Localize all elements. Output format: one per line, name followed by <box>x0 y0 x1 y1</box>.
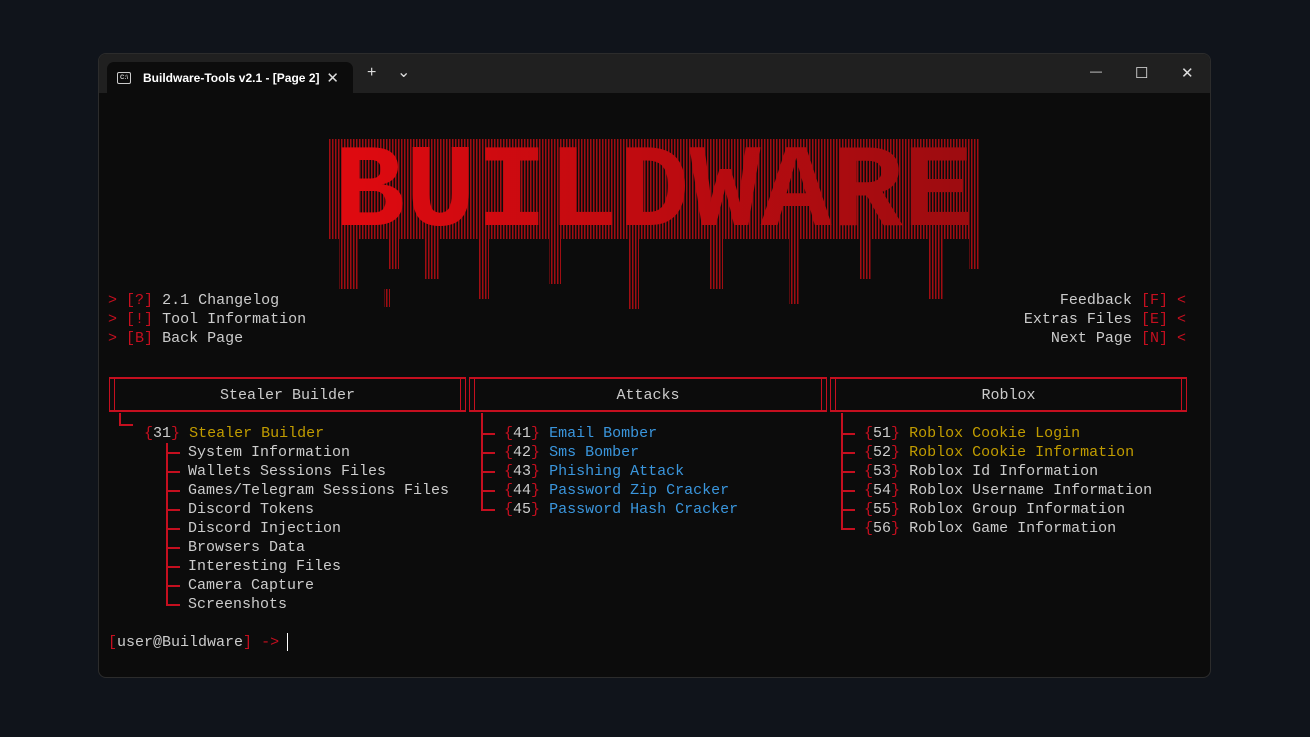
menu-option[interactable]: {54}{54} Roblox Username Information <box>864 481 1152 500</box>
tree-branch <box>481 471 495 473</box>
menu-option[interactable]: {52}{52} Roblox Cookie Information <box>864 443 1134 462</box>
tree-line <box>166 443 168 605</box>
tree-branch <box>481 452 495 454</box>
menu-option[interactable]: {51}{51} Roblox Cookie Login <box>864 424 1080 443</box>
tree-branch <box>166 490 180 492</box>
tree-branch <box>481 490 495 492</box>
tree-branch <box>166 471 180 473</box>
tree-line <box>481 413 483 510</box>
tree-branch <box>841 452 855 454</box>
minimize-button[interactable]: — <box>1090 64 1102 78</box>
stealer-option[interactable]: Camera Capture <box>188 576 314 595</box>
menu-option[interactable]: {41}{41} Email Bomber <box>504 424 657 443</box>
tree-branch <box>166 509 180 511</box>
tree-line <box>119 424 133 426</box>
tree-branch <box>166 604 180 606</box>
tree-branch <box>166 528 180 530</box>
close-tab-icon[interactable]: ✕ <box>326 69 339 87</box>
tree-branch <box>481 509 495 511</box>
menu-item-right[interactable]: Feedback [F] < <box>1060 291 1186 310</box>
stealer-option[interactable]: Interesting Files <box>188 557 341 576</box>
prompt: [user@Buildware] -> <box>108 634 280 651</box>
terminal-icon: C:\ <box>117 72 131 84</box>
tree-branch <box>841 528 855 530</box>
stealer-option[interactable]: System Information <box>188 443 350 462</box>
tree-branch <box>166 585 180 587</box>
tree-branch <box>166 452 180 454</box>
text-cursor <box>287 633 288 651</box>
buildware-logo: BUILDWARE <box>329 128 979 309</box>
terminal-window: C:\ Buildware-Tools v2.1 - [Page 2] ✕ + … <box>98 53 1211 678</box>
close-window-button[interactable]: ✕ <box>1181 64 1194 82</box>
section-header-0: Stealer Builder <box>109 377 466 412</box>
tree-branch <box>841 509 855 511</box>
menu-option[interactable]: {56}{56} Roblox Game Information <box>864 519 1116 538</box>
menu-option[interactable]: {43}{43} Phishing Attack <box>504 462 684 481</box>
tree-branch <box>166 547 180 549</box>
menu-option[interactable]: {44}{44} Password Zip Cracker <box>504 481 729 500</box>
menu-item-left[interactable]: > [B] Back Page <box>108 329 243 348</box>
title-bar: C:\ Buildware-Tools v2.1 - [Page 2] ✕ + … <box>99 54 1210 94</box>
maximize-button[interactable]: ☐ <box>1135 64 1148 82</box>
stealer-option[interactable]: Wallets Sessions Files <box>188 462 386 481</box>
menu-option[interactable]: {42}{42} Sms Bomber <box>504 443 639 462</box>
stealer-option[interactable]: Discord Tokens <box>188 500 314 519</box>
stealer-option[interactable]: Games/Telegram Sessions Files <box>188 481 449 500</box>
menu-item-left[interactable]: > [!] Tool Information <box>108 310 306 329</box>
tree-branch <box>841 471 855 473</box>
stealer-option[interactable]: Browsers Data <box>188 538 305 557</box>
stealer-option[interactable]: Screenshots <box>188 595 287 614</box>
section-header-2: Roblox <box>830 377 1187 412</box>
tab-active[interactable]: C:\ Buildware-Tools v2.1 - [Page 2] ✕ <box>107 62 353 94</box>
section-header-1: Attacks <box>469 377 827 412</box>
menu-option[interactable]: {45}{45} Password Hash Cracker <box>504 500 738 519</box>
tab-title: Buildware-Tools v2.1 - [Page 2] <box>143 71 320 85</box>
tree-branch <box>166 566 180 568</box>
menu-item-right[interactable]: Extras Files [E] < <box>1024 310 1186 329</box>
menu-option[interactable]: {55}{55} Roblox Group Information <box>864 500 1125 519</box>
tree-branch <box>481 433 495 435</box>
new-tab-button[interactable]: + <box>367 64 376 82</box>
tree-branch <box>841 433 855 435</box>
logo-text: BUILDWARE <box>334 128 974 261</box>
tab-dropdown-button[interactable]: ⌄ <box>397 62 410 82</box>
menu-item-left[interactable]: > [?] 2.1 Changelog <box>108 291 279 310</box>
menu-option[interactable]: {53}{53} Roblox Id Information <box>864 462 1098 481</box>
terminal-content[interactable]: BUILDWARE [user@Buildware] -> > [?] 2.1 … <box>99 93 1210 677</box>
tree-branch <box>841 490 855 492</box>
stealer-builder-item[interactable]: {{31}31} Stealer Builder <box>144 424 324 443</box>
menu-item-right[interactable]: Next Page [N] < <box>1051 329 1186 348</box>
stealer-option[interactable]: Discord Injection <box>188 519 341 538</box>
